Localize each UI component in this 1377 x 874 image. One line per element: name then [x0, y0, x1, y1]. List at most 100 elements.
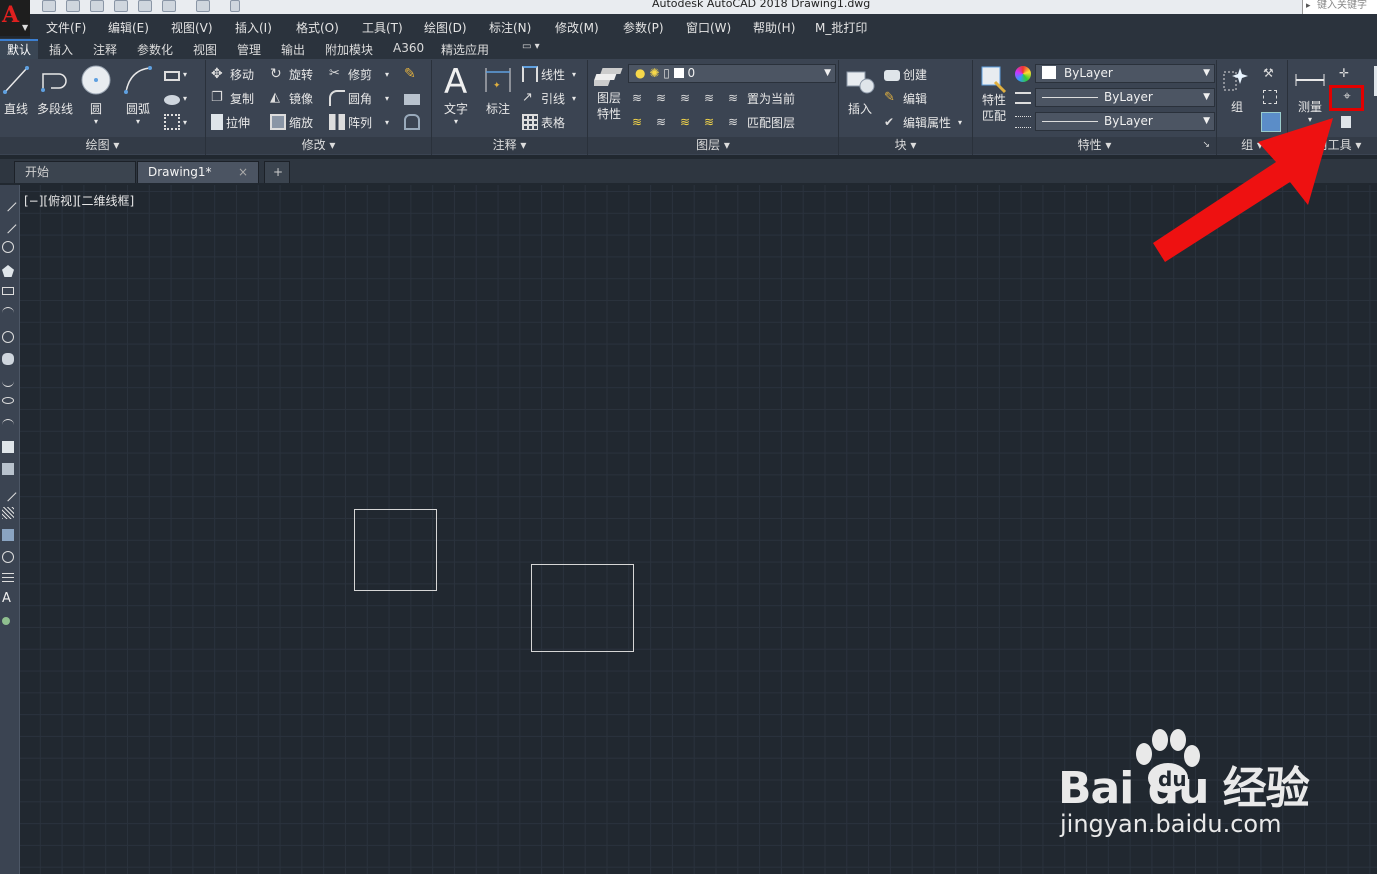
tab-default[interactable]: 默认 [0, 39, 39, 59]
layer-off-button[interactable]: ≋ [632, 89, 648, 107]
tab-insert[interactable]: 插入 [49, 41, 73, 58]
chevron-down-icon[interactable]: ▾ [442, 117, 470, 126]
save-icon[interactable] [90, 0, 104, 12]
doc-tab-start[interactable]: 开始 [14, 161, 136, 183]
redo-icon[interactable] [196, 0, 210, 12]
linear-dim-button[interactable]: 线性 ▾ [522, 65, 576, 83]
tab-view[interactable]: 视图 [193, 41, 217, 58]
trim-button[interactable]: ✂ 修剪 ▾ [329, 65, 389, 83]
make-block-icon[interactable] [2, 463, 14, 475]
undo-icon[interactable] [162, 0, 176, 12]
fillet-button[interactable]: 圆角 ▾ [329, 89, 389, 107]
spline-icon[interactable] [2, 375, 14, 387]
lineweight-icon[interactable] [1015, 116, 1031, 128]
text-button[interactable]: A 文字 ▾ [442, 64, 470, 126]
multiline-text-icon[interactable]: A [2, 592, 14, 605]
layer-unlock-button[interactable]: ≋ [704, 113, 720, 131]
add-selected-icon[interactable] [2, 617, 10, 625]
menu-parametric[interactable]: 参数(P) [623, 19, 664, 36]
group-button[interactable]: 组 [1222, 64, 1252, 115]
new-tab-button[interactable]: + [264, 161, 290, 183]
close-icon[interactable]: × [238, 162, 248, 182]
dimension-button[interactable]: ✦ 标注 [483, 64, 513, 117]
arc-button[interactable]: 圆弧 ▾ [122, 64, 154, 126]
tab-featured-apps[interactable]: 精选应用 [441, 41, 489, 58]
erase-button[interactable]: ✎ [404, 65, 420, 83]
workspace-toggle-icon[interactable]: ▭ ▾ [522, 41, 540, 52]
line-icon[interactable] [0, 194, 17, 212]
panel-title-block[interactable]: 块 ▾ [839, 137, 972, 154]
create-block-button[interactable]: 创建 [884, 65, 927, 83]
mirror-button[interactable]: ◭ 镜像 [270, 89, 313, 107]
menu-draw[interactable]: 绘图(D) [424, 19, 467, 36]
hatch-tool[interactable]: ▾ [164, 89, 187, 107]
rectangle-icon[interactable] [2, 287, 14, 295]
chevron-down-icon[interactable]: ▾ [80, 117, 112, 126]
polyline-button[interactable]: 多段线 [37, 64, 73, 117]
line-button[interactable]: 直线 [2, 64, 30, 117]
calculator-icon[interactable] [1341, 116, 1351, 128]
tab-manage[interactable]: 管理 [237, 41, 261, 58]
layer-lock-button[interactable]: ≋ [704, 89, 720, 107]
move-button[interactable]: ✥ 移动 [211, 65, 254, 83]
tab-annotate[interactable]: 注释 [93, 41, 117, 58]
menu-dimension[interactable]: 标注(N) [489, 19, 531, 36]
point-icon[interactable] [0, 484, 17, 502]
chevron-down-icon[interactable]: ▾ [122, 117, 154, 126]
open-file-icon[interactable] [66, 0, 80, 12]
polygon-icon[interactable] [2, 265, 14, 277]
tab-output[interactable]: 输出 [281, 41, 305, 58]
leader-button[interactable]: ↗ 引线 ▾ [522, 89, 576, 107]
ellipse-arc-icon[interactable] [2, 419, 14, 431]
explode-button[interactable] [404, 89, 420, 107]
insert-block-icon[interactable] [2, 441, 14, 453]
print-icon[interactable] [138, 0, 152, 12]
layer-dropdown[interactable]: ● ✺ ▯ 0 ▼ [628, 64, 836, 83]
tab-addins[interactable]: 附加模块 [325, 41, 373, 58]
tab-a360[interactable]: A360 [393, 41, 424, 55]
rectangle-tool[interactable]: ▾ [164, 65, 187, 83]
linetype-dropdown[interactable]: ByLayer ▼ [1035, 88, 1215, 107]
color-wheel-icon[interactable] [1015, 66, 1031, 82]
region-icon[interactable] [2, 551, 14, 563]
tab-parametric[interactable]: 参数化 [137, 41, 173, 58]
menu-tools[interactable]: 工具(T) [362, 19, 403, 36]
circle-icon[interactable] [2, 331, 14, 343]
menu-insert[interactable]: 插入(I) [235, 19, 272, 36]
menu-help[interactable]: 帮助(H) [753, 19, 795, 36]
rotate-button[interactable]: ↻ 旋转 [270, 65, 313, 83]
panel-title-layers[interactable]: 图层 ▾ [588, 137, 838, 154]
offset-button[interactable] [404, 113, 420, 131]
edit-attributes-button[interactable]: ✔ 编辑属性 ▾ [884, 113, 962, 131]
application-menu-button[interactable]: A ▼ [0, 0, 30, 36]
construction-line-icon[interactable] [0, 216, 17, 234]
stretch-button[interactable]: 拉伸 [211, 113, 250, 131]
copy-button[interactable]: ❐ 复制 [211, 89, 254, 107]
arc-icon[interactable] [2, 307, 14, 319]
save-as-icon[interactable] [114, 0, 128, 12]
circle-button[interactable]: 圆 ▾ [80, 64, 112, 126]
ungroup-icon[interactable]: ⚒ [1263, 66, 1277, 80]
gradient-icon[interactable] [2, 529, 14, 541]
menu-view[interactable]: 视图(V) [171, 19, 213, 36]
layer-isolate-button[interactable]: ≋ [656, 89, 672, 107]
array-button[interactable]: 阵列 ▾ [329, 113, 389, 131]
search-input[interactable]: 键入关键字 [1302, 0, 1377, 14]
layer-thaw-button[interactable]: ≋ [680, 113, 696, 131]
hatch-icon[interactable] [2, 507, 14, 519]
panel-title-annotation[interactable]: 注释 ▾ [432, 137, 587, 154]
match-layer-button[interactable]: ≋ 匹配图层 [728, 113, 795, 131]
menu-file[interactable]: 文件(F) [46, 19, 86, 36]
set-current-button[interactable]: ≋ 置为当前 [728, 89, 795, 107]
menu-batch-plot[interactable]: M_批打印 [815, 19, 867, 36]
scale-button[interactable]: 缩放 [270, 113, 313, 131]
layer-on-button[interactable]: ≋ [632, 113, 648, 131]
layer-unisolate-button[interactable]: ≋ [656, 113, 672, 131]
boundary-tool[interactable]: ▾ [164, 113, 187, 131]
layer-properties-button[interactable]: 图层 特性 [594, 64, 624, 122]
edit-block-button[interactable]: ✎ 编辑 [884, 89, 927, 107]
color-dropdown[interactable]: ByLayer ▼ [1035, 64, 1215, 83]
table-icon[interactable] [2, 573, 14, 585]
polyline-icon[interactable] [2, 241, 14, 253]
panel-title-modify[interactable]: 修改 ▾ [206, 137, 431, 154]
